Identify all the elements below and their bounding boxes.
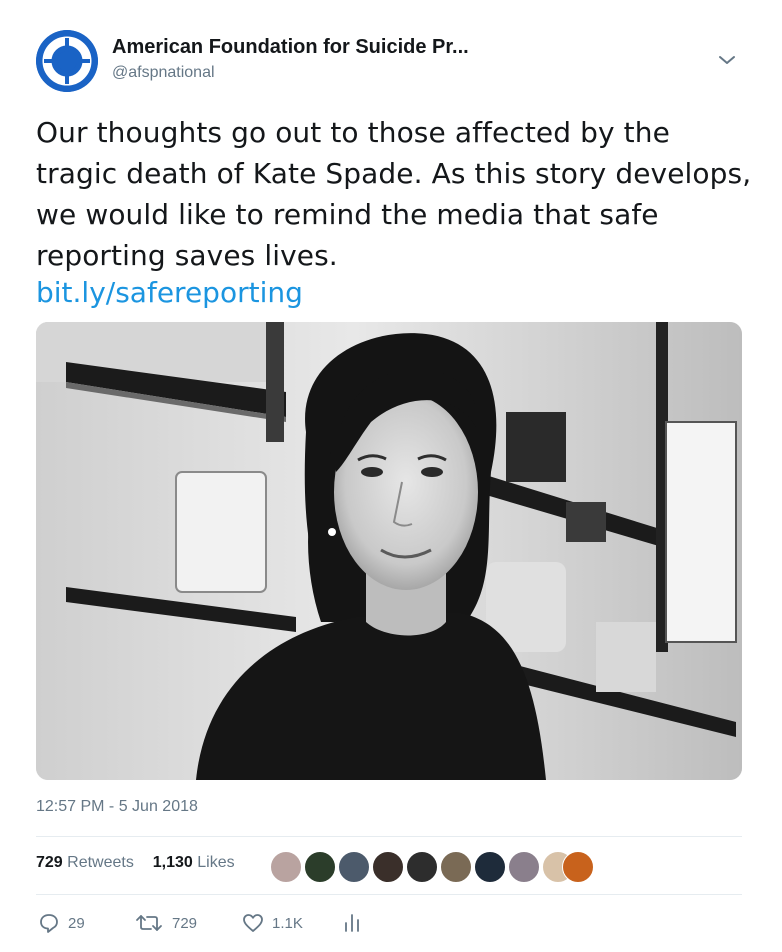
liker-avatar[interactable]	[440, 851, 472, 883]
tweet-text: Our thoughts go out to those affected by…	[36, 116, 752, 272]
tweet-photo[interactable]	[36, 322, 742, 780]
likes-label: Likes	[197, 854, 235, 871]
liker-avatar[interactable]	[508, 851, 540, 883]
life-ring-icon	[36, 30, 98, 92]
likes-stat[interactable]: 1,130 Likes	[148, 854, 235, 871]
likes-count: 1,130	[152, 854, 193, 871]
liker-avatar[interactable]	[474, 851, 506, 883]
analytics-button[interactable]	[342, 912, 370, 934]
reply-button[interactable]: 29	[38, 912, 85, 934]
author-display-name[interactable]: American Foundation for Suicide Pr...	[112, 36, 469, 59]
author-avatar[interactable]	[36, 30, 98, 92]
like-count: 1.1K	[272, 914, 303, 932]
like-button[interactable]: 1.1K	[242, 912, 303, 934]
reply-icon	[40, 914, 58, 933]
chevron-down-icon	[719, 56, 735, 64]
portrait-photo	[36, 322, 742, 780]
tweet-link[interactable]: bit.ly/safereporting	[36, 275, 303, 311]
retweets-label: Retweets	[67, 854, 134, 871]
author-handle[interactable]: @afspnational	[112, 64, 215, 82]
tweet-card: American Foundation for Suicide Pr... @a…	[0, 0, 782, 952]
liker-avatar[interactable]	[562, 851, 594, 883]
heart-icon	[243, 914, 263, 932]
retweet-count: 729	[172, 914, 198, 932]
tweet-timestamp[interactable]: 12:57 PM - 5 Jun 2018	[36, 798, 198, 816]
liker-avatar[interactable]	[270, 851, 302, 883]
liker-avatar[interactable]	[338, 851, 370, 883]
retweet-icon	[136, 915, 162, 931]
divider-bottom	[36, 894, 742, 895]
retweets-stat[interactable]: 729 Retweets	[36, 854, 138, 871]
reply-count: 29	[68, 914, 85, 932]
liker-avatar[interactable]	[406, 851, 438, 883]
analytics-icon	[345, 914, 359, 932]
liker-avatar[interactable]	[372, 851, 404, 883]
divider-top	[36, 836, 742, 837]
retweets-count: 729	[36, 854, 63, 871]
retweet-button[interactable]: 729	[134, 912, 197, 934]
liker-avatar[interactable]	[304, 851, 336, 883]
tweet-menu-button[interactable]	[716, 52, 738, 68]
engagement-stats: 729 Retweets 1,130 Likes	[36, 854, 235, 872]
